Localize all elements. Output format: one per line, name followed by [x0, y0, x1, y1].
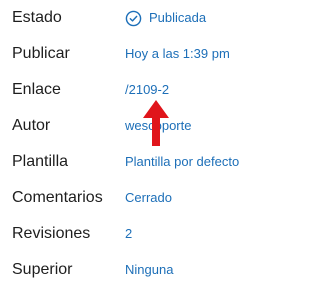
permalink-button[interactable]: /2109-2: [125, 72, 169, 108]
link-label: Enlace: [12, 81, 61, 98]
author-label: Autor: [12, 117, 51, 134]
row-template: Plantilla Plantilla por defecto: [0, 144, 269, 180]
check-circle-icon: [125, 10, 142, 26]
comments-button[interactable]: Cerrado: [125, 180, 172, 216]
status-label: Estado: [12, 9, 62, 26]
parent-label: Superior: [12, 261, 73, 278]
revisions-label: Revisiones: [12, 225, 91, 242]
row-status: Estado Publicada: [0, 0, 269, 36]
row-publish: Publicar Hoy a las 1:39 pm: [0, 36, 269, 72]
row-link: Enlace /2109-2: [0, 72, 269, 108]
author-button[interactable]: wescoporte: [125, 108, 191, 144]
status-button[interactable]: Publicada: [125, 0, 206, 36]
status-value: Publicada: [149, 10, 207, 25]
row-revisions: Revisiones 2: [0, 216, 269, 252]
parent-button[interactable]: Ninguna: [125, 252, 173, 288]
publish-label: Publicar: [12, 45, 70, 62]
publish-date-button[interactable]: Hoy a las 1:39 pm: [125, 36, 230, 72]
comments-label: Comentarios: [12, 189, 103, 206]
row-parent: Superior Ninguna: [0, 252, 269, 288]
template-button[interactable]: Plantilla por defecto: [125, 144, 239, 180]
row-comments: Comentarios Cerrado: [0, 180, 269, 216]
template-label: Plantilla: [12, 153, 69, 170]
revisions-button[interactable]: 2: [125, 216, 132, 252]
row-author: Autor wescoporte: [0, 108, 269, 144]
post-summary-panel: Estado Publicada Publicar Hoy a las 1:39…: [0, 0, 269, 294]
